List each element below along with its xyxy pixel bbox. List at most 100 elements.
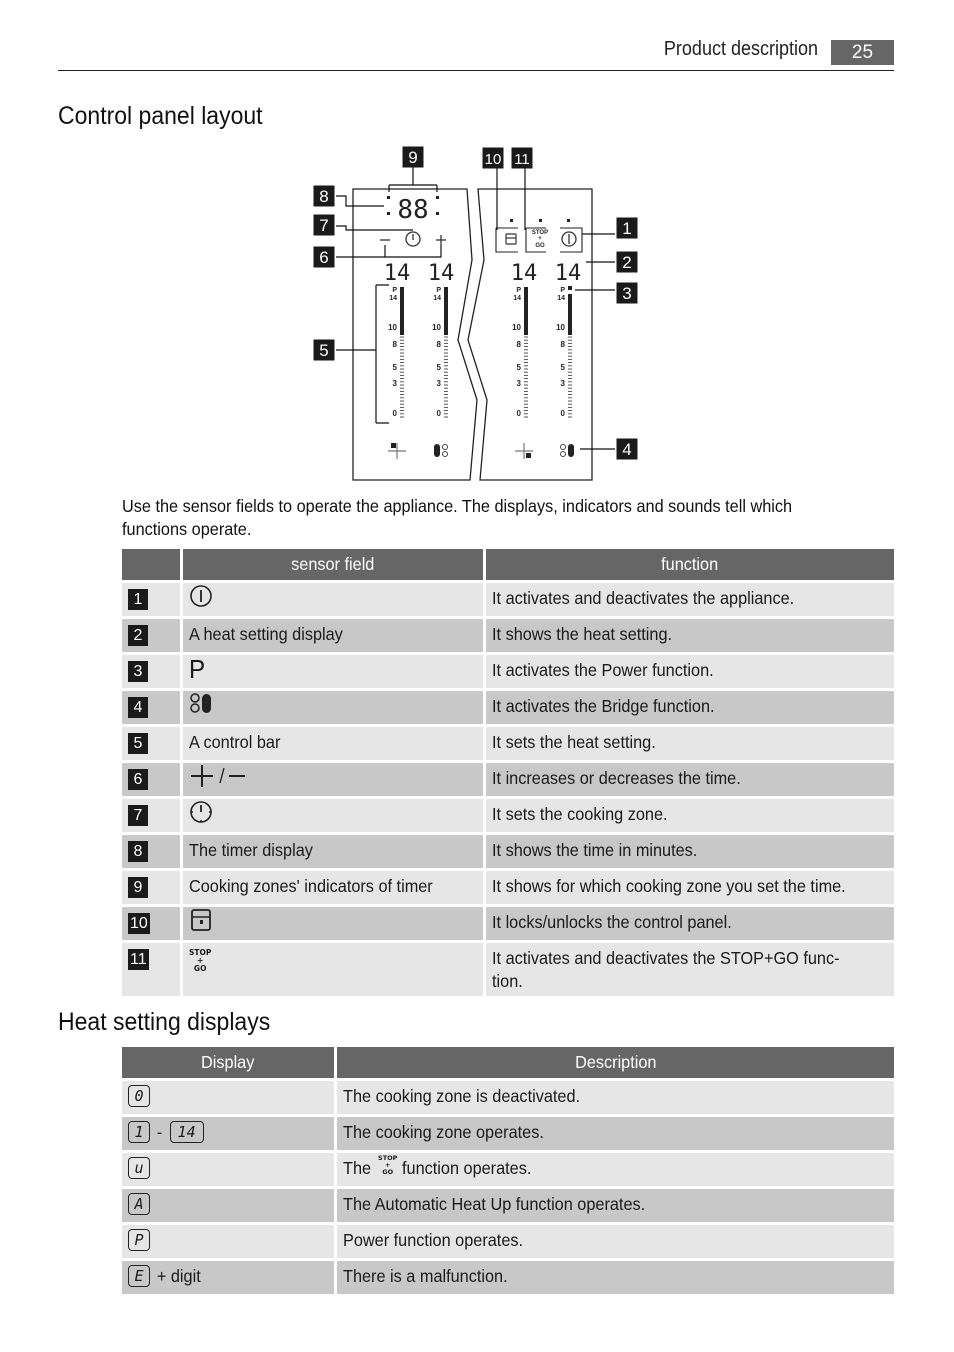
plus-minus-icon [191,765,245,787]
svg-text:11: 11 [514,151,530,168]
table-row: 5 A control bar It sets the heat setting… [122,727,894,760]
callout-2: 2 [616,251,638,273]
callout-1: 1 [616,217,638,239]
control-bar: P14 10 8 5 3 0 [432,287,448,418]
svg-text:2: 2 [622,253,631,272]
display-symbol: 1 [128,1121,150,1143]
scale-label: 5 [517,363,522,372]
function-text: It sets the heat setting. [492,732,656,752]
scale-label: 10 [388,323,397,332]
table-row: 3 P It activates the Power function. [122,655,894,688]
page-number: 25 [831,40,894,65]
bar-fill [568,294,572,335]
bar-fill [400,287,404,335]
timer-icon [190,801,212,823]
section-title: Product description [663,38,818,60]
scale-label: 8 [517,340,522,349]
table-row: 2 A heat setting display It shows the he… [122,619,894,652]
function-text: It shows for which cooking zone you set … [492,876,846,896]
scale-label: 3 [393,379,398,388]
sensor-field-text: A heat setting display [189,624,343,644]
scale-label: 3 [561,379,566,388]
function-text: It activates and deactivates the applian… [492,588,795,608]
display-symbol: u [128,1157,150,1179]
scale-label: P [516,287,521,294]
display-symbol: E [128,1265,150,1287]
function-text-continued: tion. [492,971,523,991]
scale-label: 14 [433,295,441,302]
function-text: It shows the heat setting. [492,624,673,644]
scale-label: 8 [561,340,566,349]
callout-4: 4 [616,438,638,460]
control-bars: P14108530P14108530P14108530P14108530 [388,286,572,418]
callout-7: 7 [313,214,335,236]
control-panel-diagram: 88 STOP + GO 14 14 14 14 P14108530P14108… [313,146,638,481]
power-function-p-icon: P [189,654,206,684]
scale-label: P [560,287,565,294]
heat-settings-table: Display Description 0 The cooking zone i… [119,1044,897,1297]
sensor-field-text: The timer display [189,840,313,860]
svg-text:10: 10 [485,151,502,168]
control-bar: P14 10 8 5 3 0 [556,286,572,418]
scale-label: 8 [437,340,442,349]
bridge-icon-right [560,444,574,457]
table-header-row: Display Description [122,1047,894,1078]
table-row: 6 It increases or decreases the time. [122,763,894,796]
description-text: The cooking zone is deactivated. [343,1086,581,1106]
callout-3: 3 [616,282,638,304]
callout-number: 1 [128,589,148,610]
scale-label: 10 [556,323,565,332]
table-row: 4 It activates the Bridge function. [122,691,894,724]
callout-10: 10 [482,147,504,169]
callout-number: 7 [128,805,148,826]
bridge-icon-left [434,444,448,457]
svg-text:7: 7 [319,216,328,235]
scale-label: 0 [561,409,566,418]
svg-text:+: + [538,236,542,242]
description-text: The Automatic Heat Up function operates. [343,1194,646,1214]
zone-display: 14 [384,261,411,286]
lock-sensor [505,219,517,245]
description-text: The [343,1158,372,1178]
control-bar: P14 10 8 5 3 0 [512,287,528,418]
display-symbol: P [128,1229,150,1251]
header-function: function [486,549,894,580]
callout-11: 11 [511,147,533,169]
header-display: Display [122,1047,334,1078]
callout-6: 6 [313,246,335,268]
function-text: It locks/unlocks the control panel. [492,912,732,932]
svg-text:8: 8 [319,187,328,206]
svg-text:9: 9 [408,148,417,167]
table-row: P Power function operates. [122,1225,894,1258]
scale-label: 3 [517,379,522,388]
function-text: It activates and deactivates the STOP+GO… [492,948,840,968]
display-symbol: A [128,1193,150,1215]
scale-label: 0 [437,409,442,418]
callout-number: 3 [128,661,148,682]
display-suffix: + digit [156,1266,201,1286]
power-icon [190,585,212,607]
callout-number: 10 [128,913,150,934]
range-separator: - [156,1122,163,1142]
zone-select-icon-2 [515,443,533,459]
scale-label: 5 [561,363,566,372]
stop-go-icon: STOP + GO [378,1154,398,1176]
description-text: function operates. [402,1158,532,1178]
svg-text:4: 4 [622,440,631,459]
callout-number: 2 [128,625,148,646]
sensor-field-text: Cooking zones' indicators of timer [189,876,433,896]
callout-8: 8 [313,185,335,207]
callout-number: 5 [128,733,148,754]
sensor-field-table: sensor field function 1 It activates and… [119,546,897,999]
timer-controls [380,231,446,247]
function-text: It activates the Bridge function. [492,696,715,716]
svg-text:5: 5 [319,341,328,360]
table-row: u The STOP + GO function operates. [122,1153,894,1186]
lock-icon [191,909,211,931]
stop-go-sensor: STOP + GO [532,219,548,249]
zone-display: 14 [511,261,538,286]
power-sensor [561,219,577,247]
header-divider [58,70,894,71]
table-row: 11 STOP + GO It activates and deactivates … [122,943,894,996]
display-symbol: 14 [169,1121,204,1143]
